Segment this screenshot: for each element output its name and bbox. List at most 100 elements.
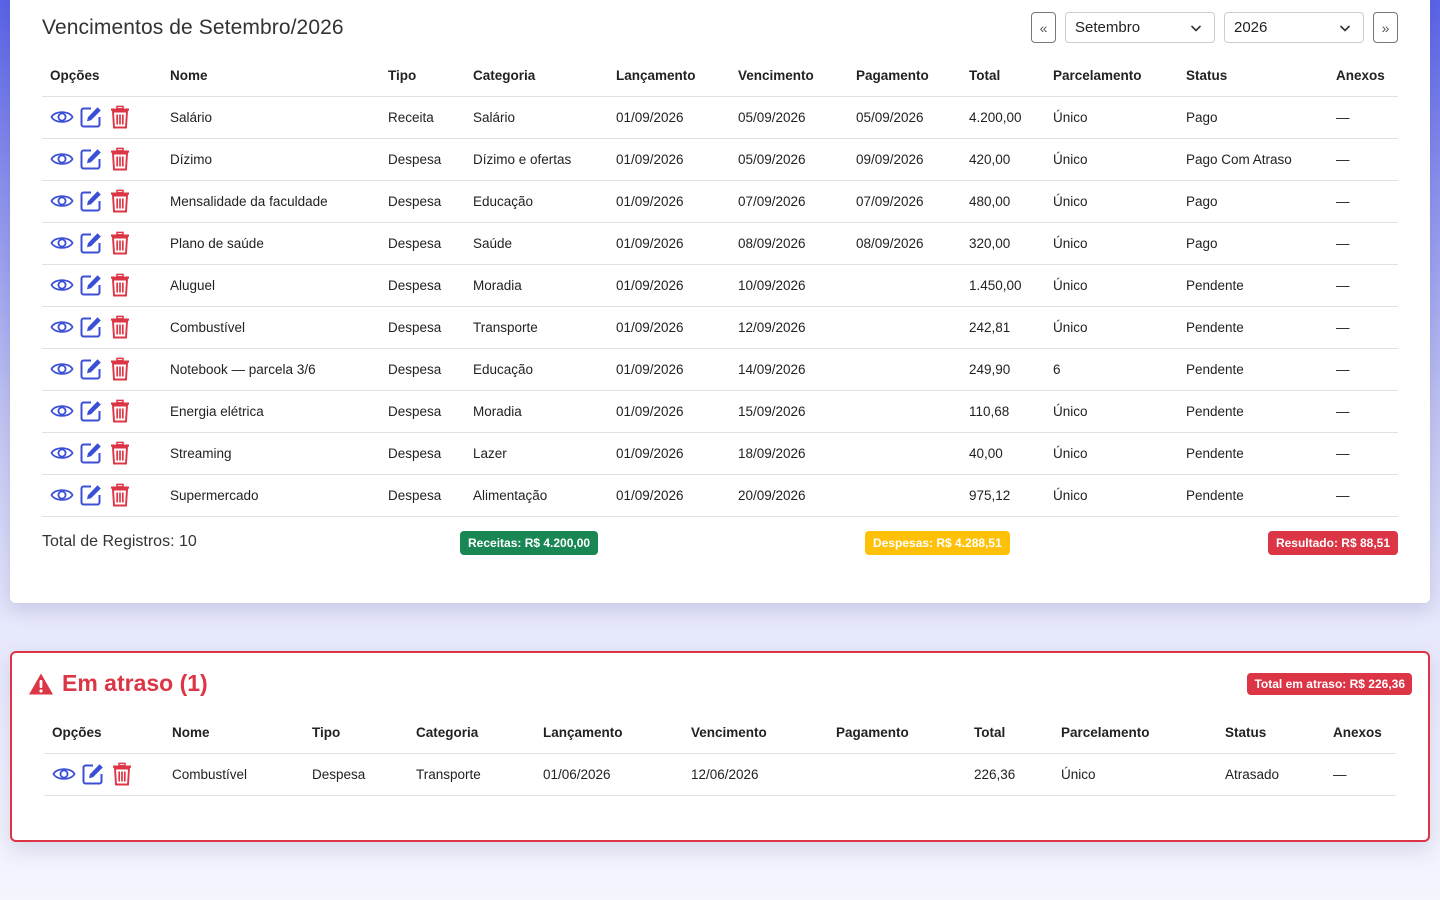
cell-pagamento: 07/09/2026 <box>848 180 961 223</box>
eye-icon[interactable] <box>50 105 74 129</box>
cell-anexos: — <box>1328 432 1398 475</box>
cell-vencimento: 08/09/2026 <box>730 222 848 265</box>
total-records: Total de Registros: 10 <box>42 533 197 550</box>
edit-icon[interactable] <box>79 105 103 129</box>
year-select-value: 2026 <box>1234 19 1268 36</box>
cell-status: Pendente <box>1178 264 1328 307</box>
cell-tipo: Despesa <box>380 180 465 223</box>
next-month-button[interactable]: » <box>1373 12 1398 43</box>
trash-icon[interactable] <box>110 762 134 786</box>
row-actions <box>50 105 154 129</box>
cell-anexos: — <box>1328 96 1398 139</box>
cell-anexos: — <box>1325 753 1396 796</box>
cell-lancamento: 01/09/2026 <box>608 96 730 139</box>
resultado-badge: Resultado: R$ 88,51 <box>1267 531 1398 555</box>
row-actions <box>52 762 156 786</box>
cell-parcelamento: Único <box>1045 474 1178 517</box>
edit-icon[interactable] <box>79 483 103 507</box>
row-options <box>42 348 162 391</box>
table-row: Dízimo Despesa Dízimo e ofertas 01/09/2026 0… <box>42 138 1398 181</box>
cell-tipo: Despesa <box>380 222 465 265</box>
edit-icon[interactable] <box>79 147 103 171</box>
edit-icon[interactable] <box>79 315 103 339</box>
cell-categoria: Moradia <box>465 264 608 307</box>
cell-pagamento: 08/09/2026 <box>848 222 961 265</box>
eye-icon[interactable] <box>50 315 74 339</box>
col-header-total: Total <box>966 713 1053 754</box>
chevron-down-icon <box>1339 24 1351 32</box>
row-options <box>42 96 162 139</box>
eye-icon[interactable] <box>52 762 76 786</box>
edit-icon[interactable] <box>79 189 103 213</box>
col-header-lancamento: Lançamento <box>608 56 730 97</box>
year-select[interactable]: 2026 <box>1224 12 1364 43</box>
edit-icon[interactable] <box>81 762 105 786</box>
row-options <box>42 390 162 433</box>
month-select-value: Setembro <box>1075 19 1141 36</box>
eye-icon[interactable] <box>50 357 74 381</box>
cell-total: 110,68 <box>961 390 1045 433</box>
cell-pagamento <box>848 432 961 475</box>
eye-icon[interactable] <box>50 483 74 507</box>
col-header-anexos: Anexos <box>1328 56 1398 97</box>
edit-icon[interactable] <box>79 273 103 297</box>
table-header-row: Opções Nome Tipo Categoria Lançamento Ve… <box>42 56 1398 97</box>
edit-icon[interactable] <box>79 357 103 381</box>
trash-icon[interactable] <box>108 399 132 423</box>
trash-icon[interactable] <box>108 189 132 213</box>
cell-status: Pendente <box>1178 432 1328 475</box>
col-header-nome: Nome <box>162 56 380 97</box>
entries-table: Opções Nome Tipo Categoria Lançamento Ve… <box>42 56 1398 517</box>
edit-icon[interactable] <box>79 231 103 255</box>
cell-total: 420,00 <box>961 138 1045 181</box>
cell-total: 249,90 <box>961 348 1045 391</box>
table-row: Combustível Despesa Transporte 01/06/2026 12… <box>44 753 1396 796</box>
trash-icon[interactable] <box>108 105 132 129</box>
cell-pagamento: 05/09/2026 <box>848 96 961 139</box>
cell-lancamento: 01/09/2026 <box>608 264 730 307</box>
cell-anexos: — <box>1328 306 1398 349</box>
cell-vencimento: 05/09/2026 <box>730 96 848 139</box>
col-header-parcelamento: Parcelamento <box>1053 713 1217 754</box>
cell-lancamento: 01/09/2026 <box>608 138 730 181</box>
cell-vencimento: 20/09/2026 <box>730 474 848 517</box>
table-row: Notebook — parcela 3/6 Despesa Educação 01/… <box>42 348 1398 391</box>
cell-pagamento <box>828 753 966 796</box>
late-table-body: Combustível Despesa Transporte 01/06/2026 12… <box>44 753 1396 796</box>
trash-icon[interactable] <box>108 357 132 381</box>
cell-lancamento: 01/09/2026 <box>608 306 730 349</box>
col-header-vencimento: Vencimento <box>730 56 848 97</box>
trash-icon[interactable] <box>108 231 132 255</box>
month-select[interactable]: Setembro <box>1065 12 1215 43</box>
trash-icon[interactable] <box>108 441 132 465</box>
cell-parcelamento: Único <box>1045 432 1178 475</box>
cell-anexos: — <box>1328 348 1398 391</box>
edit-icon[interactable] <box>79 441 103 465</box>
eye-icon[interactable] <box>50 231 74 255</box>
cell-nome: Dízimo <box>162 138 380 181</box>
col-header-total: Total <box>961 56 1045 97</box>
edit-icon[interactable] <box>79 399 103 423</box>
trash-icon[interactable] <box>108 147 132 171</box>
late-total-badge: Total em atraso: R$ 226,36 <box>1247 673 1412 695</box>
cell-total: 320,00 <box>961 222 1045 265</box>
eye-icon[interactable] <box>50 273 74 297</box>
late-title-text: Em atraso (1) <box>62 670 208 696</box>
row-options <box>42 222 162 265</box>
prev-month-button[interactable]: « <box>1031 12 1056 43</box>
eye-icon[interactable] <box>50 441 74 465</box>
eye-icon[interactable] <box>50 147 74 171</box>
cell-tipo: Despesa <box>380 390 465 433</box>
row-actions <box>50 483 154 507</box>
trash-icon[interactable] <box>108 483 132 507</box>
table-row: Energia elétrica Despesa Moradia 01/09/2026… <box>42 390 1398 433</box>
col-header-lancamento: Lançamento <box>535 713 683 754</box>
col-header-tipo: Tipo <box>380 56 465 97</box>
cell-lancamento: 01/09/2026 <box>608 222 730 265</box>
eye-icon[interactable] <box>50 399 74 423</box>
eye-icon[interactable] <box>50 189 74 213</box>
trash-icon[interactable] <box>108 273 132 297</box>
cell-pagamento <box>848 474 961 517</box>
cell-total: 226,36 <box>966 753 1053 796</box>
trash-icon[interactable] <box>108 315 132 339</box>
